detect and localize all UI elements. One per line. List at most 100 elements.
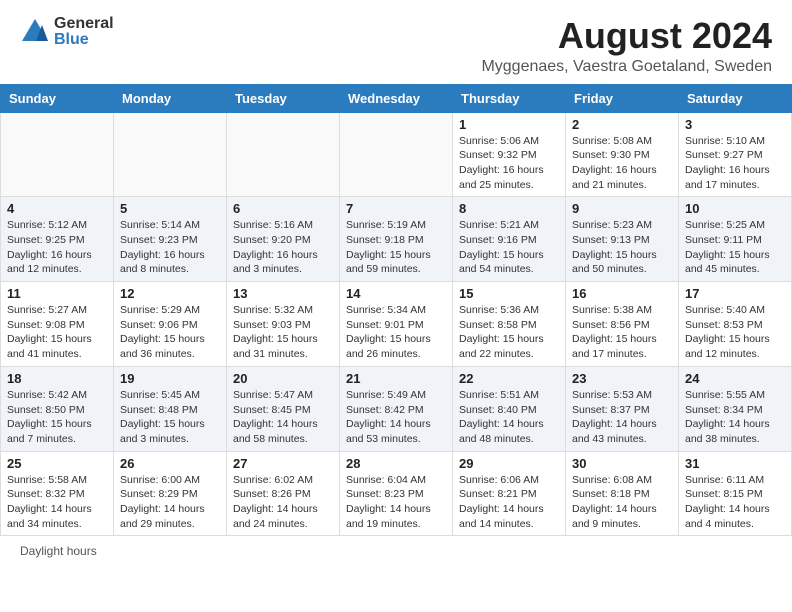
day-info: Sunrise: 5:06 AMSunset: 9:32 PMDaylight:… bbox=[459, 134, 559, 193]
calendar-cell: 1 Sunrise: 5:06 AMSunset: 9:32 PMDaylight… bbox=[453, 112, 566, 197]
calendar-cell: 20 Sunrise: 5:47 AMSunset: 8:45 PMDayligh… bbox=[227, 366, 340, 451]
day-info: Sunrise: 5:38 AMSunset: 8:56 PMDaylight:… bbox=[572, 303, 672, 362]
day-info: Sunrise: 5:10 AMSunset: 9:27 PMDaylight:… bbox=[685, 134, 785, 193]
calendar-day-header: Tuesday bbox=[227, 84, 340, 112]
calendar-cell: 2 Sunrise: 5:08 AMSunset: 9:30 PMDaylight… bbox=[566, 112, 679, 197]
day-number: 12 bbox=[120, 286, 220, 301]
logo: General Blue bbox=[20, 16, 114, 48]
calendar-day-header: Wednesday bbox=[340, 84, 453, 112]
day-info: Sunrise: 5:16 AMSunset: 9:20 PMDaylight:… bbox=[233, 218, 333, 277]
day-info: Sunrise: 5:47 AMSunset: 8:45 PMDaylight:… bbox=[233, 388, 333, 447]
calendar-cell: 15Sunrise: 5:36 AMSunset: 8:58 PMDayligh… bbox=[453, 282, 566, 367]
day-info: Sunrise: 6:08 AMSunset: 8:18 PMDaylight:… bbox=[572, 473, 672, 532]
day-number: 13 bbox=[233, 286, 333, 301]
calendar-cell: 18 Sunrise: 5:42 AMSunset: 8:50 PMDayligh… bbox=[1, 366, 114, 451]
day-info: Sunrise: 5:23 AMSunset: 9:13 PMDaylight:… bbox=[572, 218, 672, 277]
day-number: 21 bbox=[346, 371, 446, 386]
day-info: Sunrise: 6:02 AMSunset: 8:26 PMDaylight:… bbox=[233, 473, 333, 532]
page-header: General Blue August 2024 Myggenaes, Vaes… bbox=[0, 0, 792, 84]
day-info: Sunrise: 5:12 AMSunset: 9:25 PMDaylight:… bbox=[7, 218, 107, 277]
day-number: 24 bbox=[685, 371, 785, 386]
day-number: 14 bbox=[346, 286, 446, 301]
calendar-cell: 25Sunrise: 5:58 AMSunset: 8:32 PMDayligh… bbox=[1, 451, 114, 536]
calendar-day-header: Saturday bbox=[679, 84, 792, 112]
day-info: Sunrise: 5:49 AMSunset: 8:42 PMDaylight:… bbox=[346, 388, 446, 447]
day-info: Sunrise: 6:00 AMSunset: 8:29 PMDaylight:… bbox=[120, 473, 220, 532]
calendar-day-header: Monday bbox=[114, 84, 227, 112]
calendar-cell: 11Sunrise: 5:27 AMSunset: 9:08 PMDayligh… bbox=[1, 282, 114, 367]
calendar-day-header: Thursday bbox=[453, 84, 566, 112]
calendar-week-row: 1 Sunrise: 5:06 AMSunset: 9:32 PMDaylight… bbox=[1, 112, 792, 197]
calendar-cell: 23Sunrise: 5:53 AMSunset: 8:37 PMDayligh… bbox=[566, 366, 679, 451]
day-number: 26 bbox=[120, 456, 220, 471]
day-number: 6 bbox=[233, 201, 333, 216]
calendar-cell: 30 Sunrise: 6:08 AMSunset: 8:18 PMDayligh… bbox=[566, 451, 679, 536]
day-number: 23 bbox=[572, 371, 672, 386]
day-number: 9 bbox=[572, 201, 672, 216]
day-number: 2 bbox=[572, 117, 672, 132]
calendar-cell: 26 Sunrise: 6:00 AMSunset: 8:29 PMDayligh… bbox=[114, 451, 227, 536]
footer: Daylight hours bbox=[0, 536, 792, 566]
calendar-cell: 5 Sunrise: 5:14 AMSunset: 9:23 PMDaylight… bbox=[114, 197, 227, 282]
day-info: Sunrise: 5:36 AMSunset: 8:58 PMDaylight:… bbox=[459, 303, 559, 362]
day-number: 25 bbox=[7, 456, 107, 471]
day-info: Sunrise: 5:25 AMSunset: 9:11 PMDaylight:… bbox=[685, 218, 785, 277]
day-info: Sunrise: 5:19 AMSunset: 9:18 PMDaylight:… bbox=[346, 218, 446, 277]
logo-icon bbox=[20, 17, 50, 47]
day-info: Sunrise: 5:32 AMSunset: 9:03 PMDaylight:… bbox=[233, 303, 333, 362]
day-info: Sunrise: 5:45 AMSunset: 8:48 PMDaylight:… bbox=[120, 388, 220, 447]
calendar-cell bbox=[1, 112, 114, 197]
day-number: 10 bbox=[685, 201, 785, 216]
calendar-cell: 14 Sunrise: 5:34 AMSunset: 9:01 PMDayligh… bbox=[340, 282, 453, 367]
calendar-cell: 29 Sunrise: 6:06 AMSunset: 8:21 PMDayligh… bbox=[453, 451, 566, 536]
day-number: 30 bbox=[572, 456, 672, 471]
calendar-cell: 7Sunrise: 5:19 AMSunset: 9:18 PMDaylight… bbox=[340, 197, 453, 282]
calendar-week-row: 11Sunrise: 5:27 AMSunset: 9:08 PMDayligh… bbox=[1, 282, 792, 367]
calendar-cell: 9 Sunrise: 5:23 AMSunset: 9:13 PMDaylight… bbox=[566, 197, 679, 282]
calendar-cell: 24 Sunrise: 5:55 AMSunset: 8:34 PMDayligh… bbox=[679, 366, 792, 451]
day-number: 20 bbox=[233, 371, 333, 386]
day-info: Sunrise: 5:21 AMSunset: 9:16 PMDaylight:… bbox=[459, 218, 559, 277]
day-number: 3 bbox=[685, 117, 785, 132]
day-info: Sunrise: 5:29 AMSunset: 9:06 PMDaylight:… bbox=[120, 303, 220, 362]
calendar-cell: 17Sunrise: 5:40 AMSunset: 8:53 PMDayligh… bbox=[679, 282, 792, 367]
day-number: 19 bbox=[120, 371, 220, 386]
calendar-cell: 19 Sunrise: 5:45 AMSunset: 8:48 PMDayligh… bbox=[114, 366, 227, 451]
day-number: 1 bbox=[459, 117, 559, 132]
title-section: August 2024 Myggenaes, Vaestra Goetaland… bbox=[481, 16, 772, 76]
calendar-day-header: Sunday bbox=[1, 84, 114, 112]
calendar-day-header: Friday bbox=[566, 84, 679, 112]
day-number: 18 bbox=[7, 371, 107, 386]
calendar-week-row: 18 Sunrise: 5:42 AMSunset: 8:50 PMDayligh… bbox=[1, 366, 792, 451]
calendar-cell: 3 Sunrise: 5:10 AMSunset: 9:27 PMDaylight… bbox=[679, 112, 792, 197]
day-info: Sunrise: 5:51 AMSunset: 8:40 PMDaylight:… bbox=[459, 388, 559, 447]
calendar-cell: 21 Sunrise: 5:49 AMSunset: 8:42 PMDayligh… bbox=[340, 366, 453, 451]
calendar-cell: 13 Sunrise: 5:32 AMSunset: 9:03 PMDayligh… bbox=[227, 282, 340, 367]
day-number: 28 bbox=[346, 456, 446, 471]
day-number: 29 bbox=[459, 456, 559, 471]
day-number: 27 bbox=[233, 456, 333, 471]
calendar-cell: 8 Sunrise: 5:21 AMSunset: 9:16 PMDaylight… bbox=[453, 197, 566, 282]
day-info: Sunrise: 5:42 AMSunset: 8:50 PMDaylight:… bbox=[7, 388, 107, 447]
calendar-cell: 4Sunrise: 5:12 AMSunset: 9:25 PMDaylight… bbox=[1, 197, 114, 282]
calendar-cell bbox=[227, 112, 340, 197]
day-info: Sunrise: 6:11 AMSunset: 8:15 PMDaylight:… bbox=[685, 473, 785, 532]
calendar-table: SundayMondayTuesdayWednesdayThursdayFrid… bbox=[0, 84, 792, 537]
day-info: Sunrise: 5:55 AMSunset: 8:34 PMDaylight:… bbox=[685, 388, 785, 447]
day-number: 11 bbox=[7, 286, 107, 301]
day-number: 5 bbox=[120, 201, 220, 216]
daylight-label: Daylight hours bbox=[20, 544, 97, 558]
day-number: 16 bbox=[572, 286, 672, 301]
page-title: August 2024 bbox=[481, 16, 772, 56]
day-number: 31 bbox=[685, 456, 785, 471]
day-number: 8 bbox=[459, 201, 559, 216]
day-number: 22 bbox=[459, 371, 559, 386]
day-info: Sunrise: 5:34 AMSunset: 9:01 PMDaylight:… bbox=[346, 303, 446, 362]
calendar-cell: 6 Sunrise: 5:16 AMSunset: 9:20 PMDaylight… bbox=[227, 197, 340, 282]
calendar-cell: 28Sunrise: 6:04 AMSunset: 8:23 PMDayligh… bbox=[340, 451, 453, 536]
calendar-header-row: SundayMondayTuesdayWednesdayThursdayFrid… bbox=[1, 84, 792, 112]
day-info: Sunrise: 5:14 AMSunset: 9:23 PMDaylight:… bbox=[120, 218, 220, 277]
calendar-cell: 22 Sunrise: 5:51 AMSunset: 8:40 PMDayligh… bbox=[453, 366, 566, 451]
day-info: Sunrise: 5:08 AMSunset: 9:30 PMDaylight:… bbox=[572, 134, 672, 193]
day-info: Sunrise: 6:06 AMSunset: 8:21 PMDaylight:… bbox=[459, 473, 559, 532]
